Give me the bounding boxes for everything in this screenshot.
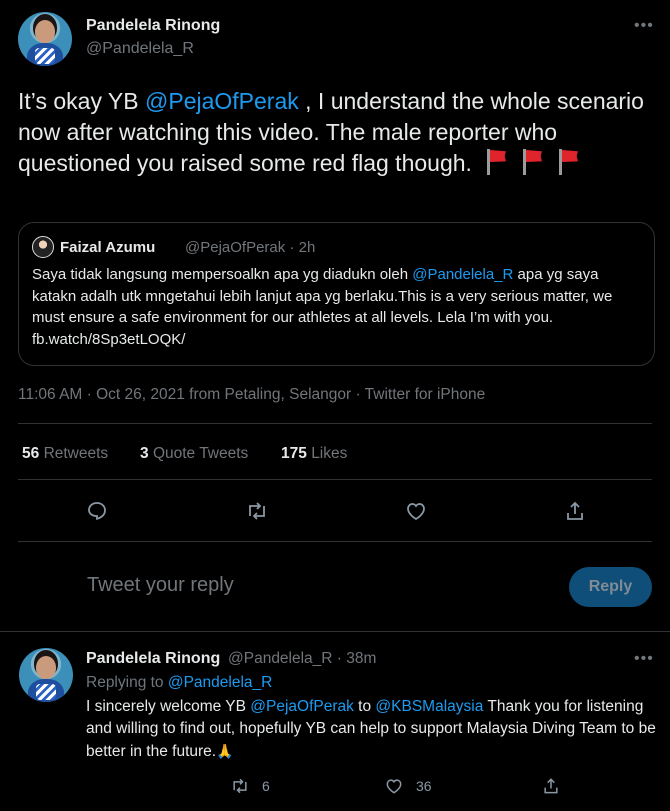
quoted-tweet[interactable]: Faizal Azumu @PejaOfPerak · 2h Saya tida… [18,222,655,366]
replying-to-handle[interactable]: @Pandelela_R [168,674,273,691]
reply-tweet[interactable]: Pandelela Rinong @Pandelela_R · 38m ••• … [0,632,670,811]
like-icon[interactable] [404,499,428,523]
quote-tweets-label: Quote Tweets [152,445,249,462]
reply-text-part: I sincerely welcome YB [86,698,251,715]
main-tweet: Pandelela Rinong @Pandelela_R ••• It’s o… [0,0,670,632]
reply-button[interactable]: Reply [569,567,652,607]
red-flag-icon [556,149,580,175]
divider [18,541,652,542]
retweet-icon [233,778,247,794]
reply-input[interactable] [87,574,527,597]
red-flag-icon [520,149,544,175]
reply-author-name[interactable]: Pandelela Rinong [86,650,220,668]
reply-author-handle[interactable]: @Pandelela_R · 38m [228,650,376,668]
mention-link[interactable]: @KBSMalaysia [375,698,483,715]
mention-link[interactable]: @PejaOfPerak [250,698,354,715]
replying-to: Replying to @Pandelela_R [86,674,272,692]
mention-link[interactable]: @Pandelela_R [412,266,513,283]
reply-like-action[interactable]: 36 [384,776,432,796]
author-avatar[interactable] [18,12,72,66]
likes-label: Likes [311,445,348,462]
reply-author-avatar[interactable] [19,648,73,702]
replying-to-label: Replying to [86,674,168,691]
retweets-label: Retweets [43,445,109,462]
tweet-text: It’s okay YB @PejaOfPerak , I understand… [18,86,658,179]
likes-count: 175 [281,445,307,462]
share-icon[interactable] [563,499,587,523]
retweets-count: 56 [22,445,40,462]
more-options-icon[interactable]: ••• [634,650,654,668]
quoted-author-avatar [32,236,54,258]
divider [18,479,652,480]
quoted-tweet-text: Saya tidak langsung mempersoalkn apa yg … [32,264,644,350]
red-flag-icon [484,149,508,175]
author-handle[interactable]: @Pandelela_R [86,40,194,58]
like-count: 36 [416,778,432,794]
tweet-text-part: It’s okay YB [18,88,145,114]
reply-icon[interactable] [85,499,109,523]
quoted-author-handle: @PejaOfPerak · 2h [185,239,316,256]
more-options-icon[interactable]: ••• [634,17,654,35]
share-icon[interactable] [541,776,561,796]
retweet-count: 6 [262,778,270,794]
quote-tweets-count: 3 [140,445,149,462]
quoted-text-part: Saya tidak langsung mempersoalkn apa yg … [32,266,413,283]
reply-retweet-action[interactable]: 6 [230,776,270,796]
like-icon [386,779,402,794]
mention-link[interactable]: @PejaOfPerak [145,88,299,114]
pray-emoji: 🙏 [216,743,234,759]
quote-tweets-stat[interactable]: 3 Quote Tweets [140,445,248,463]
tweet-timestamp-source[interactable]: 11:06 AM · Oct 26, 2021 from Petaling, S… [18,386,485,404]
reply-tweet-text: I sincerely welcome YB @PejaOfPerak to @… [86,696,656,763]
retweets-stat[interactable]: 56 Retweets [22,445,108,463]
likes-stat[interactable]: 175 Likes [281,445,347,463]
reply-text-part: to [353,698,376,715]
quoted-author-name: Faizal Azumu [60,239,156,256]
retweet-icon[interactable] [245,499,269,523]
divider [18,423,652,424]
author-name[interactable]: Pandelela Rinong [86,17,220,35]
